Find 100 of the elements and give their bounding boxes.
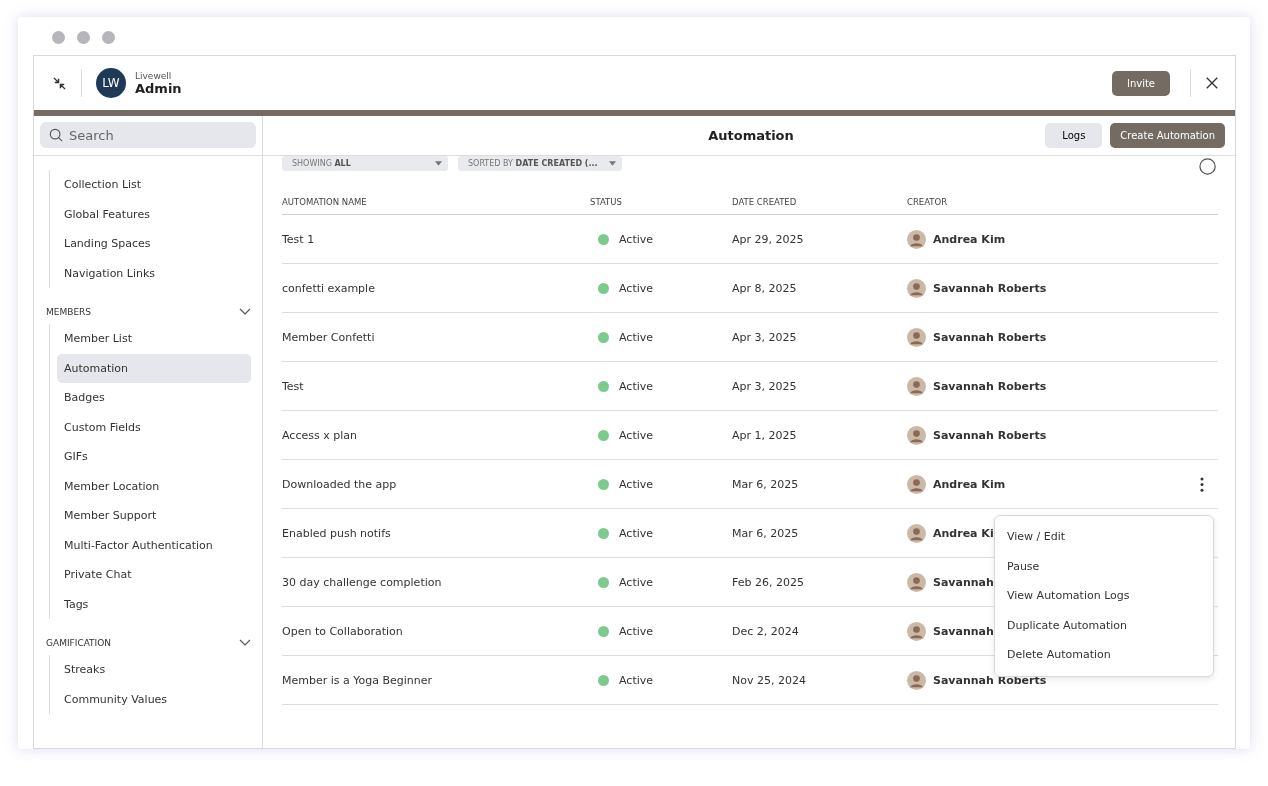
menu-item[interactable]: Delete Automation	[995, 640, 1213, 670]
window-dot-icon[interactable]	[77, 31, 90, 44]
creator-name: Savannah Roberts	[933, 281, 1047, 295]
sidebar-item[interactable]: Private Chat	[57, 560, 251, 590]
sidebar-item[interactable]: Streaks	[57, 655, 251, 685]
org-name: Livewell	[135, 70, 173, 81]
status-dot-icon	[598, 576, 609, 588]
section-header[interactable]: MEMBERS	[46, 300, 251, 324]
table-cell-text: Nov 25, 2024	[732, 673, 807, 687]
status-text: Active	[619, 526, 654, 540]
status-dot-icon	[598, 282, 609, 294]
more-icon[interactable]	[1200, 476, 1204, 492]
sidebar-item[interactable]: Badges	[57, 383, 251, 413]
sidebar-item[interactable]: Navigation Links	[57, 258, 251, 288]
sidebar-item[interactable]: Custom Fields	[57, 412, 251, 442]
table-cell-text: Apr 8, 2025	[732, 281, 798, 295]
sidebar-item[interactable]: GIFs	[57, 442, 251, 472]
table-cell-text: Apr 1, 2025	[732, 428, 798, 442]
sidebar-item[interactable]: Collection List	[57, 170, 251, 200]
column-header: DATE CREATED	[732, 197, 798, 207]
menu-item[interactable]: Pause	[995, 551, 1213, 581]
close-icon[interactable]	[1205, 76, 1219, 90]
status-dot-icon	[598, 331, 609, 343]
table-cell-text: Apr 3, 2025	[732, 330, 798, 344]
table-cell-text: Access x plan	[282, 428, 358, 442]
table-cell-text: Open to Collaboration	[282, 624, 404, 638]
sidebar-item[interactable]: Member List	[57, 324, 251, 354]
sidebar-item[interactable]: Multi-Factor Authentication	[57, 530, 251, 560]
avatar-icon	[907, 523, 926, 543]
avatar-icon	[907, 572, 926, 592]
table-cell-text: 30 day challenge completion	[282, 575, 443, 589]
status-dot-icon	[598, 233, 609, 245]
app-title: Admin	[135, 80, 182, 96]
table-cell-text: Test 1	[282, 232, 316, 246]
table-cell-text: Apr 29, 2025	[732, 232, 805, 246]
table-cell-text: Mar 6, 2025	[732, 477, 800, 491]
table-cell-text: Member Confetti	[282, 330, 376, 344]
caret-icon	[609, 160, 616, 166]
status-dot-icon	[598, 674, 609, 686]
status-text: Active	[619, 673, 654, 687]
creator-name: Savannah Roberts	[933, 330, 1047, 344]
status-dot-icon	[598, 478, 609, 490]
creator-name: Savannah Roberts	[933, 428, 1047, 442]
status-text: Active	[619, 477, 654, 491]
sidebar-item[interactable]: Community Values	[57, 684, 251, 714]
status-text: Active	[619, 330, 654, 344]
sidebar-item[interactable]: Landing Spaces	[57, 229, 251, 259]
sidebar-item[interactable]: Member Support	[57, 501, 251, 531]
status-dot-icon	[598, 380, 609, 392]
status-text: Active	[619, 232, 654, 246]
page-title: Automation	[707, 128, 795, 143]
status-text: Active	[619, 624, 654, 638]
table-cell-text: Member is a Yoga Beginner	[282, 673, 434, 687]
column-header: STATUS	[590, 197, 623, 207]
menu-item[interactable]: View / Edit	[995, 522, 1213, 552]
create-automation-button[interactable]: Create Automation	[1110, 123, 1225, 148]
logs-button[interactable]: Logs	[1045, 123, 1103, 148]
table-cell-text: Dec 2, 2024	[732, 624, 800, 638]
status-text: Active	[619, 281, 654, 295]
section-header[interactable]: GAMIFICATION	[46, 631, 251, 655]
status-dot-icon	[598, 429, 609, 441]
search-icon[interactable]	[1199, 157, 1218, 177]
table-cell-text: Downloaded the app	[282, 477, 398, 491]
table-cell-text: Test	[282, 379, 305, 393]
sidebar-item[interactable]: Automation	[57, 353, 251, 383]
creator-name: Savannah Roberts	[933, 379, 1047, 393]
logo-icon: LW	[96, 68, 126, 98]
sidebar-item[interactable]: Member Location	[57, 471, 251, 501]
column-header: CREATOR	[907, 197, 949, 207]
table-cell-text: Feb 26, 2025	[732, 575, 805, 589]
status-dot-icon	[598, 527, 609, 539]
window-dot-icon[interactable]	[52, 31, 65, 44]
search-field[interactable]: Search	[40, 122, 256, 148]
creator-name: Savannah Roberts	[933, 673, 1047, 687]
avatar-icon	[907, 425, 926, 445]
avatar-icon	[907, 474, 926, 494]
status-dot-icon	[598, 625, 609, 637]
avatar-icon	[907, 621, 926, 641]
sidebar-item[interactable]: Global Features	[57, 199, 251, 229]
creator-name: Andrea Kim	[933, 477, 1006, 491]
avatar-icon	[907, 278, 926, 298]
sidebar-item[interactable]: Tags	[57, 589, 251, 619]
collapse-icon[interactable]	[52, 75, 67, 91]
window-dot-icon[interactable]	[102, 31, 115, 44]
creator-name: Savannah	[933, 624, 994, 638]
status-text: Active	[619, 379, 654, 393]
avatar-icon	[907, 670, 926, 690]
menu-item[interactable]: Duplicate Automation	[995, 610, 1213, 640]
avatar-icon	[907, 327, 926, 347]
avatar-icon	[907, 376, 926, 396]
invite-button[interactable]: Invite	[1111, 70, 1170, 96]
status-text: Active	[619, 428, 654, 442]
table-cell-text: confetti example	[282, 281, 376, 295]
creator-name: Andrea Kim	[933, 232, 1006, 246]
menu-item[interactable]: View Automation Logs	[995, 581, 1213, 611]
search-icon	[49, 128, 63, 142]
avatar-icon	[907, 229, 926, 249]
table-cell-text: Apr 3, 2025	[732, 379, 798, 393]
creator-name: Savannah	[933, 575, 994, 589]
caret-icon	[435, 160, 442, 166]
